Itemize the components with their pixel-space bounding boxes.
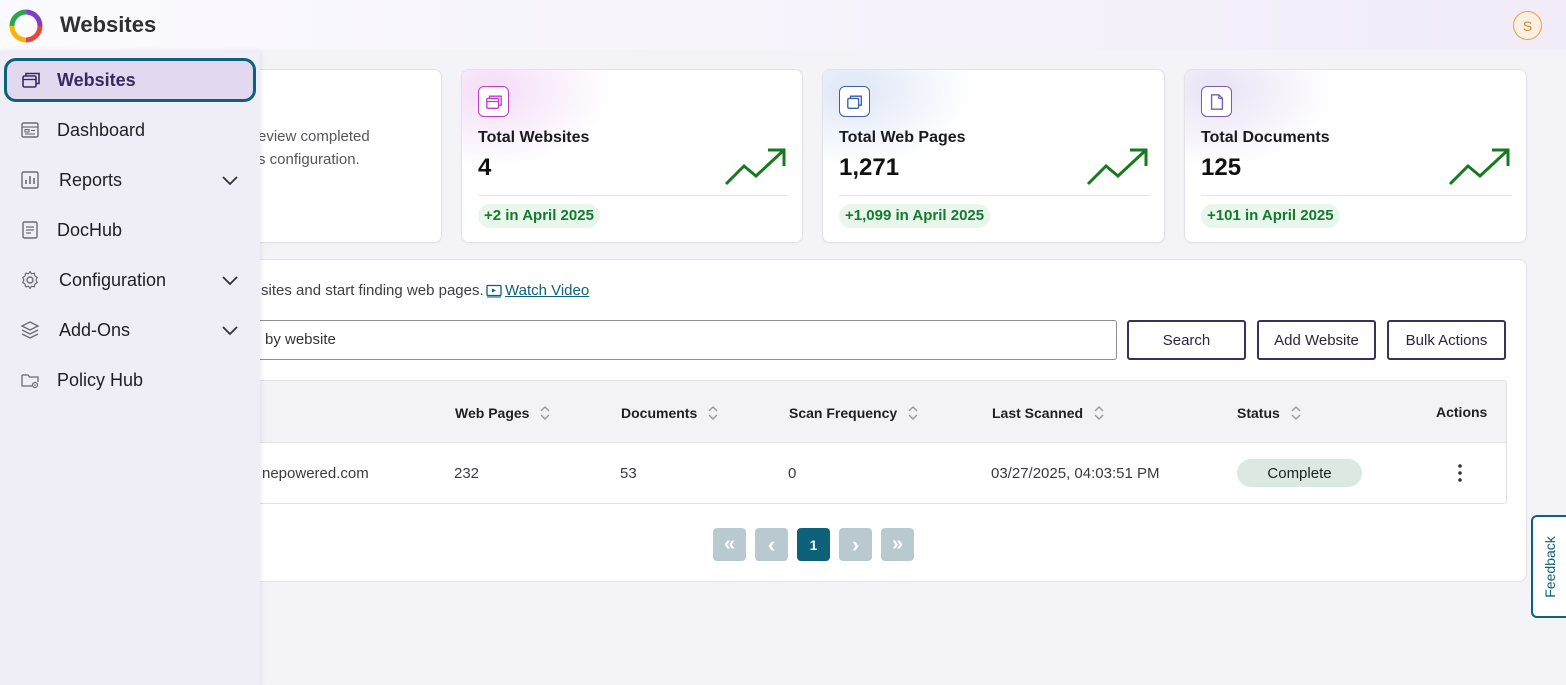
sidebar-item-configuration[interactable]: Configuration: [0, 258, 260, 302]
double-chevron-right-icon: »: [891, 533, 904, 555]
last-page-button[interactable]: »: [881, 528, 914, 561]
stacked-windows-icon: [839, 86, 870, 117]
divider: [478, 195, 788, 196]
gear-icon: [22, 270, 38, 290]
sidebar-item-label: Reports: [59, 169, 123, 190]
chevron-down-icon[interactable]: [221, 172, 239, 188]
sort-icon[interactable]: [707, 404, 719, 422]
trend-up-icon: [1448, 148, 1510, 186]
stat-delta-badge: +1,099 in April 2025: [839, 204, 991, 228]
stat-card-websites: Total Websites 4 +2 in April 2025: [461, 69, 803, 243]
document-icon: [1201, 86, 1232, 117]
sidebar-item-websites[interactable]: Websites: [4, 58, 256, 102]
stat-card-documents: Total Documents 125 +101 in April 2025: [1184, 69, 1527, 243]
trend-up-icon: [724, 148, 786, 186]
page-title: Websites: [60, 12, 157, 37]
sidebar: Websites Dashboard Reports DocHub Config…: [0, 50, 260, 685]
folder-gear-icon: [21, 374, 39, 389]
column-header-documents[interactable]: Documents: [621, 404, 719, 422]
top-bar: Websites S: [0, 0, 1566, 50]
reports-icon: [21, 171, 39, 189]
column-header-scan-frequency[interactable]: Scan Frequency: [789, 404, 919, 422]
stat-value: 1,271: [839, 154, 900, 181]
watch-video-link[interactable]: Watch Video: [486, 282, 589, 299]
more-options-icon[interactable]: [1455, 461, 1465, 485]
cell-web-pages: 232: [454, 465, 480, 482]
trend-up-icon: [1086, 148, 1148, 186]
sidebar-item-label: Configuration: [59, 269, 167, 290]
stat-card-web-pages: Total Web Pages 1,271 +1,099 in April 20…: [822, 69, 1165, 243]
websites-panel: sites and start finding web pages. Watch…: [200, 259, 1527, 582]
divider: [1201, 195, 1512, 196]
panel-description: sites and start finding web pages.: [261, 282, 484, 299]
stat-title: Total Documents: [1201, 129, 1330, 146]
feedback-tab[interactable]: Feedback: [1531, 515, 1566, 618]
sidebar-item-reports[interactable]: Reports: [0, 158, 260, 202]
websites-table: Web Pages Documents Scan Frequency Last …: [231, 380, 1507, 504]
stat-title: Total Websites: [478, 129, 590, 146]
previous-page-button[interactable]: ‹: [755, 528, 788, 561]
cell-last-scanned: 03/27/2025, 04:03:51 PM: [991, 465, 1160, 482]
sidebar-item-label: Policy Hub: [57, 369, 144, 390]
sidebar-item-dochub[interactable]: DocHub: [0, 208, 260, 252]
column-header-web-pages[interactable]: Web Pages: [455, 404, 551, 422]
sort-icon[interactable]: [907, 404, 919, 422]
next-page-button[interactable]: ›: [839, 528, 872, 561]
cell-documents: 53: [620, 465, 637, 482]
double-chevron-left-icon: «: [723, 533, 736, 555]
cell-website[interactable]: nepowered.com: [262, 465, 369, 482]
document-icon: [22, 221, 38, 239]
search-button[interactable]: Search: [1127, 320, 1246, 360]
column-header-actions: Actions: [1436, 404, 1488, 420]
app-logo-icon[interactable]: [8, 8, 44, 44]
stat-value: 4: [478, 154, 492, 181]
column-header-last-scanned[interactable]: Last Scanned: [992, 404, 1105, 422]
sort-icon[interactable]: [539, 404, 551, 422]
add-website-button[interactable]: Add Website: [1257, 320, 1376, 360]
chevron-down-icon[interactable]: [221, 322, 239, 338]
sort-icon[interactable]: [1290, 404, 1302, 422]
browser-windows-icon: [22, 72, 40, 88]
bulk-actions-button[interactable]: Bulk Actions: [1387, 320, 1506, 360]
first-page-button[interactable]: «: [713, 528, 746, 561]
sidebar-item-dashboard[interactable]: Dashboard: [0, 108, 260, 152]
browser-windows-icon: [478, 86, 509, 117]
stat-title: Total Web Pages: [839, 129, 966, 146]
video-icon: [486, 284, 502, 297]
column-header-status[interactable]: Status: [1237, 404, 1302, 422]
dashboard-icon: [21, 122, 39, 138]
feedback-label: Feedback: [1541, 535, 1558, 598]
search-input[interactable]: by website: [231, 320, 1117, 360]
stat-value: 125: [1201, 154, 1242, 181]
chevron-down-icon[interactable]: [221, 272, 239, 288]
sidebar-item-label: Dashboard: [57, 119, 146, 140]
table-header: Web Pages Documents Scan Frequency Last …: [232, 381, 1506, 443]
sidebar-item-add-ons[interactable]: Add-Ons: [0, 308, 260, 352]
stat-delta-badge: +2 in April 2025: [478, 204, 600, 228]
sidebar-item-policy-hub[interactable]: Policy Hub: [0, 358, 260, 402]
status-badge: Complete: [1237, 459, 1362, 487]
sidebar-item-label: Websites: [57, 69, 136, 90]
intro-text: eview completed s configuration.: [258, 128, 370, 168]
stat-delta-badge: +101 in April 2025: [1201, 204, 1340, 228]
sidebar-item-label: DocHub: [57, 219, 123, 240]
layers-icon: [20, 321, 40, 339]
cell-scan-frequency: 0: [788, 465, 797, 482]
watch-video-label: Watch Video: [505, 282, 590, 299]
divider: [839, 195, 1150, 196]
sidebar-item-label: Add-Ons: [59, 319, 131, 340]
chevron-left-icon: ‹: [767, 531, 776, 557]
sort-icon[interactable]: [1093, 404, 1105, 422]
page-1-button[interactable]: 1: [797, 528, 830, 561]
avatar[interactable]: S: [1513, 11, 1542, 40]
chevron-right-icon: ›: [851, 531, 860, 557]
